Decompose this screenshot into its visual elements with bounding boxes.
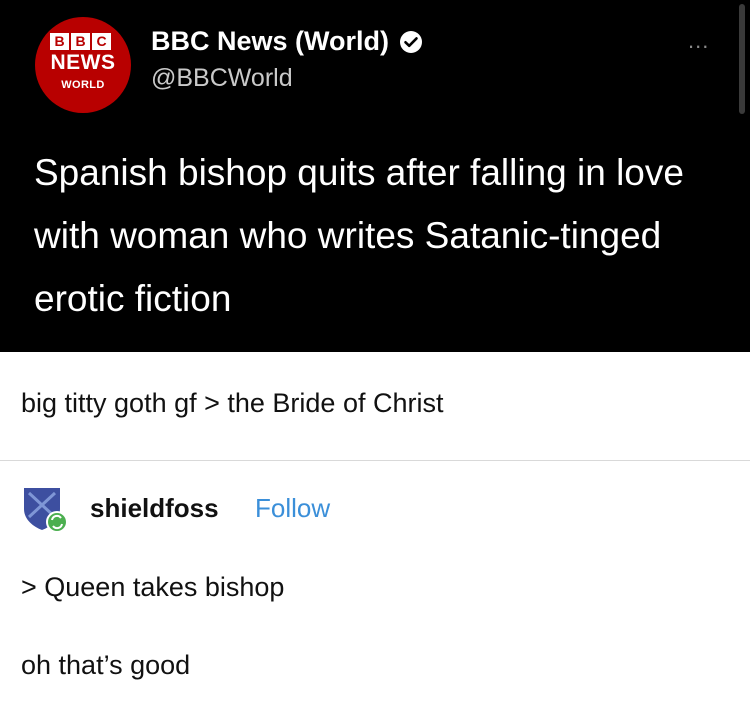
bbc-blocks: B B C [50,33,111,50]
author-name-row: BBC News (World) [151,26,423,57]
scrollbar[interactable] [739,4,745,114]
bbc-news-world-logo[interactable]: B B C NEWS WORLD [35,17,131,113]
follow-button[interactable]: Follow [255,493,330,524]
logo-news-text: NEWS [50,51,116,74]
divider [0,460,750,461]
verified-badge-icon [399,30,423,54]
bbc-block-b2: B [71,33,90,50]
tweet-card: B B C NEWS WORLD BBC News (World) @BBCWo… [0,0,750,352]
tweet-text: Spanish bishop quits after falling in lo… [34,152,684,319]
author-handle[interactable]: @BBCWorld [151,64,293,93]
reblog-text-line-1: > Queen takes bishop [21,572,285,602]
username[interactable]: shieldfoss [90,493,219,524]
bbc-block-b1: B [50,33,69,50]
screenshot: B B C NEWS WORLD BBC News (World) @BBCWo… [0,0,750,701]
bbc-block-c: C [92,33,111,50]
more-options-icon[interactable]: ... [688,28,709,54]
user-avatar[interactable] [20,485,68,533]
logo-world-text: WORLD [61,79,105,91]
author-name[interactable]: BBC News (World) [151,26,389,57]
reblog-text-line-2: oh that’s good [21,650,191,680]
post-comment: big titty goth gf > the Bride of Christ [21,388,444,418]
